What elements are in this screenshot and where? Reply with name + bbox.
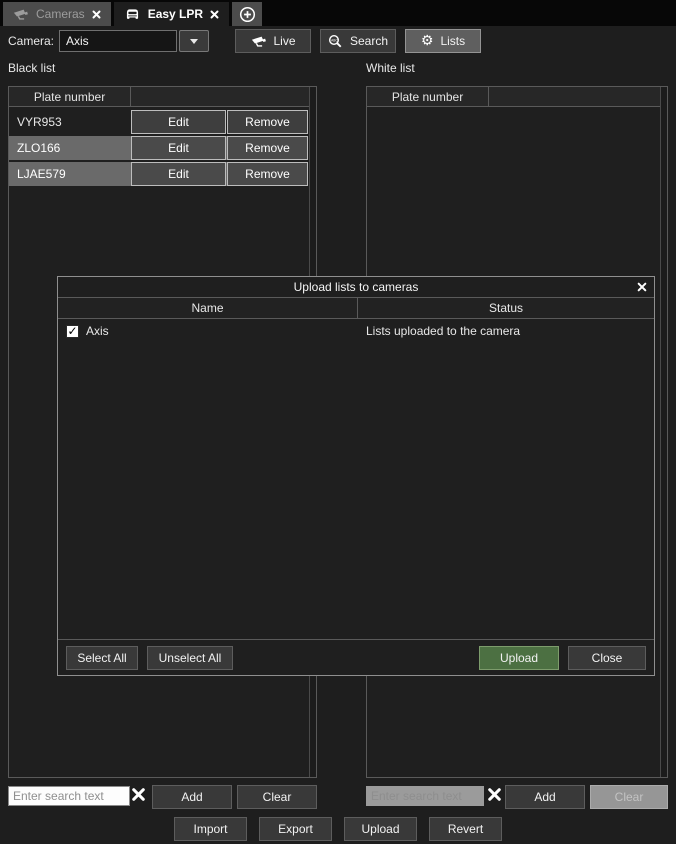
black-list-rows: VYR953 Edit Remove ZLO166 Edit Remove LJ… [9,108,308,188]
plate-number-cell[interactable]: LJAE579 [9,167,131,181]
camera-name-cell: Axis [58,324,358,338]
white-list-title: White list [366,61,415,75]
search-icon: ABC [328,34,343,49]
black-list-title: Black list [8,61,55,75]
camera-checkbox-checked[interactable] [66,325,79,338]
gear-icon: ⚙ [421,34,434,48]
row-actions: Edit Remove [131,136,308,160]
black-list-add-button[interactable]: Add [152,785,232,809]
close-icon[interactable] [210,10,219,19]
search-button-label: Search [350,34,388,48]
cctv-camera-icon [251,35,267,48]
camera-row[interactable]: Axis Lists uploaded to the camera [58,319,654,343]
white-list-search-input[interactable] [366,786,484,806]
row-actions: Edit Remove [131,162,308,186]
camera-name: Axis [86,324,109,338]
white-list-clear-button: Clear [590,785,668,809]
white-list-scrollbar[interactable] [660,87,667,777]
camera-select[interactable]: Axis [59,30,209,52]
easy-lpr-app: Cameras Easy LPR [0,0,676,844]
table-row[interactable]: ZLO166 Edit Remove [9,136,308,160]
row-actions: Edit Remove [131,110,308,134]
camera-select-dropdown-button[interactable] [179,30,209,52]
edit-button[interactable]: Edit [131,162,226,186]
remove-button[interactable]: Remove [227,136,308,160]
plate-number-cell[interactable]: ZLO166 [9,141,131,155]
clear-search-icon[interactable] [488,788,501,801]
camera-label: Camera: [8,34,54,48]
table-row[interactable]: VYR953 Edit Remove [9,110,308,134]
svg-text:ABC: ABC [331,38,338,42]
dialog-body: Axis Lists uploaded to the camera [58,319,654,639]
tab-easy-lpr[interactable]: Easy LPR [114,2,229,26]
column-header-plate-number[interactable]: Plate number [367,87,489,106]
clear-search-icon[interactable] [132,788,145,801]
search-button[interactable]: ABC Search [320,29,396,53]
revert-button[interactable]: Revert [429,817,502,841]
live-button[interactable]: Live [235,29,311,53]
tab-bar: Cameras Easy LPR [0,0,676,26]
white-list-add-button[interactable]: Add [505,785,585,809]
upload-lists-button[interactable]: Upload [344,817,417,841]
car-icon [124,8,141,21]
export-button[interactable]: Export [259,817,332,841]
tab-cameras[interactable]: Cameras [3,2,111,26]
camera-status-cell: Lists uploaded to the camera [358,324,654,338]
column-header-status[interactable]: Status [358,298,654,318]
dialog-header-row: Name Status [58,298,654,319]
plus-circle-icon [239,6,256,23]
close-icon[interactable] [92,10,101,19]
dialog-title-bar[interactable]: Upload lists to cameras [58,277,654,298]
import-button[interactable]: Import [174,817,247,841]
upload-lists-dialog: Upload lists to cameras Name Status Axis… [57,276,655,676]
cctv-camera-icon [13,8,29,21]
white-list-header-row: Plate number [367,87,667,107]
upload-button[interactable]: Upload [479,646,559,670]
black-list-search-input[interactable] [8,786,130,806]
view-buttons: Live ABC Search ⚙ Lists [235,29,481,53]
close-icon [637,282,647,292]
footer-actions: Import Export Upload Revert [0,817,676,841]
live-button-label: Live [274,34,296,48]
dialog-close-button[interactable] [630,282,654,292]
dialog-title: Upload lists to cameras [82,280,630,294]
remove-button[interactable]: Remove [227,162,308,186]
table-row[interactable]: LJAE579 Edit Remove [9,162,308,186]
dialog-footer: Select All Unselect All Upload Close [58,639,654,675]
tab-label: Easy LPR [148,7,203,21]
black-list-header-row: Plate number [9,87,316,107]
black-list-clear-button[interactable]: Clear [237,785,317,809]
column-header-plate-number[interactable]: Plate number [9,87,131,106]
close-button[interactable]: Close [568,646,646,670]
unselect-all-button[interactable]: Unselect All [147,646,233,670]
select-all-button[interactable]: Select All [66,646,138,670]
edit-button[interactable]: Edit [131,110,226,134]
column-header-name[interactable]: Name [58,298,358,318]
new-tab-button[interactable] [232,2,262,26]
remove-button[interactable]: Remove [227,110,308,134]
plate-number-cell[interactable]: VYR953 [9,115,131,129]
edit-button[interactable]: Edit [131,136,226,160]
camera-toolbar: Camera: Axis Live [0,26,676,56]
chevron-down-icon [190,39,198,44]
tab-label: Cameras [36,7,85,21]
camera-select-value[interactable]: Axis [59,30,177,52]
lists-button-label: Lists [440,34,465,48]
lists-button[interactable]: ⚙ Lists [405,29,481,53]
